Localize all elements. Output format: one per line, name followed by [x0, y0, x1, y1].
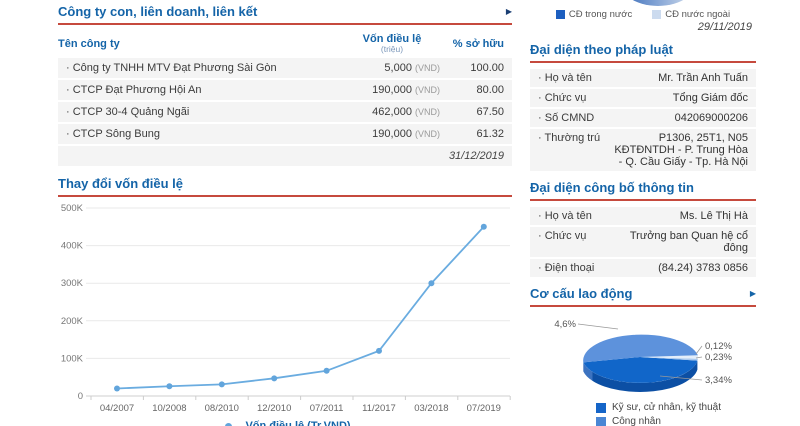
- info-row: Điện thoại (84.24) 3783 0856: [530, 259, 756, 277]
- company-profile-page: Công ty con, liên doanh, liên kết ▶ Tên …: [0, 0, 800, 426]
- svg-text:07/2019: 07/2019: [467, 403, 501, 414]
- chevron-right-icon[interactable]: ▶: [750, 290, 756, 298]
- capital-section-header: Thay đổi vốn điều lệ: [58, 174, 512, 195]
- info-row: Chức vụ Trưởng ban Quan hệ cổ đông: [530, 227, 756, 257]
- legend-swatch-icon: [596, 403, 606, 413]
- svg-text:10/2008: 10/2008: [152, 403, 186, 414]
- legend-item-domestic[interactable]: CĐ trong nước: [556, 9, 632, 20]
- legal-rep-title: Đại diện theo pháp luật: [530, 42, 673, 57]
- svg-text:0: 0: [78, 391, 83, 402]
- table-row[interactable]: CTCP 30-4 Quảng Ngãi 462,000 (VND) 67.50: [58, 102, 512, 122]
- labor-pie-chart: 4,6% 0,12% 0,23% 3,34%: [530, 313, 756, 395]
- left-column: Công ty con, liên doanh, liên kết ▶ Tên …: [58, 2, 512, 426]
- svg-text:04/2007: 04/2007: [100, 403, 134, 414]
- shareholder-legend: CĐ trong nước CĐ nước ngoài: [530, 9, 756, 20]
- col-charter-capital-unit: (triệu): [336, 45, 448, 54]
- capital-chart-legend[interactable]: Vốn điều lệ (Tr.VND): [58, 420, 512, 426]
- info-row: Số CMND 042069000206: [530, 109, 756, 127]
- info-row: Họ và tên Ms. Lê Thị Hà: [530, 207, 756, 225]
- subsidiaries-section-header: Công ty con, liên doanh, liên kết ▶: [58, 2, 512, 23]
- legend-item[interactable]: Công nhân: [596, 416, 756, 426]
- svg-text:200K: 200K: [61, 316, 84, 327]
- capital-line-chart: 0 100K 200K 300K 400K 500K 04/2007 10/2008 08/20…: [58, 203, 512, 415]
- callout-line: [696, 346, 702, 354]
- section-divider: [530, 305, 756, 307]
- legend-item[interactable]: Kỹ sư, cử nhân, kỹ thuật: [596, 402, 756, 413]
- subsidiaries-title: Công ty con, liên doanh, liên kết: [58, 4, 257, 19]
- col-ownership-pct: % sở hữu: [448, 38, 512, 50]
- legend-item-foreign[interactable]: CĐ nước ngoài: [652, 9, 730, 20]
- section-divider: [58, 23, 512, 25]
- shareholder-pie-cropped: [616, 0, 700, 6]
- svg-text:11/2017: 11/2017: [362, 403, 396, 414]
- capital-chart-wrap: 0 100K 200K 300K 400K 500K 04/2007 10/2008 08/20…: [58, 203, 512, 426]
- subsidiaries-as-of-date: 31/12/2019: [58, 146, 512, 166]
- svg-text:03/2018: 03/2018: [414, 403, 448, 414]
- svg-text:500K: 500K: [61, 203, 84, 214]
- right-column: CĐ trong nước CĐ nước ngoài 29/11/2019 Đ…: [530, 0, 756, 426]
- legend-swatch-foreign-icon: [652, 10, 661, 19]
- callout-line: [578, 324, 618, 329]
- svg-text:12/2010: 12/2010: [257, 403, 291, 414]
- pie-callout: 0,12%: [705, 341, 732, 352]
- subsidiaries-table-header: Tên công ty Vốn điều lệ (triệu) % sở hữu: [58, 31, 512, 58]
- legend-swatch-icon: [596, 417, 606, 426]
- svg-text:300K: 300K: [61, 279, 84, 290]
- col-company-name: Tên công ty: [58, 38, 336, 50]
- shareholder-as-of-date: 29/11/2019: [530, 21, 756, 33]
- section-divider: [530, 199, 756, 201]
- pie-callout: 3,34%: [705, 375, 732, 386]
- disclosure-rep-title: Đại diện công bố thông tin: [530, 180, 694, 195]
- svg-text:100K: 100K: [61, 354, 84, 365]
- svg-text:400K: 400K: [61, 241, 84, 252]
- labor-title: Cơ cấu lao động: [530, 286, 632, 301]
- info-row: Thường trú P1306, 25T1, N05 KĐTĐNTDH - P…: [530, 129, 756, 171]
- table-row[interactable]: Công ty TNHH MTV Đạt Phương Sài Gòn 5,00…: [58, 58, 512, 78]
- section-divider: [58, 195, 512, 197]
- labor-section: Cơ cấu lao động ▶ 4,6% 0,12%: [530, 284, 756, 426]
- info-row: Họ và tên Mr. Trần Anh Tuấn: [530, 69, 756, 87]
- chevron-right-icon[interactable]: ▶: [506, 8, 512, 16]
- table-row[interactable]: CTCP Sông Bung 190,000 (VND) 61.32: [58, 124, 512, 144]
- labor-legend: Kỹ sư, cử nhân, kỹ thuật Công nhân Thạc …: [596, 402, 756, 426]
- svg-text:07/2011: 07/2011: [310, 403, 344, 414]
- capital-chart-legend-label: Vốn điều lệ (Tr.VND): [245, 420, 350, 426]
- legend-swatch-domestic-icon: [556, 10, 565, 19]
- info-row: Chức vụ Tổng Giám đốc: [530, 89, 756, 107]
- legal-rep-section: Đại diện theo pháp luật Họ và tên Mr. Tr…: [530, 40, 756, 171]
- disclosure-rep-section: Đại diện công bố thông tin Họ và tên Ms.…: [530, 178, 756, 277]
- capital-chart-title: Thay đổi vốn điều lệ: [58, 176, 183, 191]
- pie-callout: 4,6%: [554, 319, 576, 330]
- col-charter-capital: Vốn điều lệ (triệu): [336, 33, 448, 54]
- pie-callout: 0,23%: [705, 352, 732, 363]
- svg-text:08/2010: 08/2010: [205, 403, 239, 414]
- table-row[interactable]: CTCP Đạt Phương Hội An 190,000 (VND) 80.…: [58, 80, 512, 100]
- section-divider: [530, 61, 756, 63]
